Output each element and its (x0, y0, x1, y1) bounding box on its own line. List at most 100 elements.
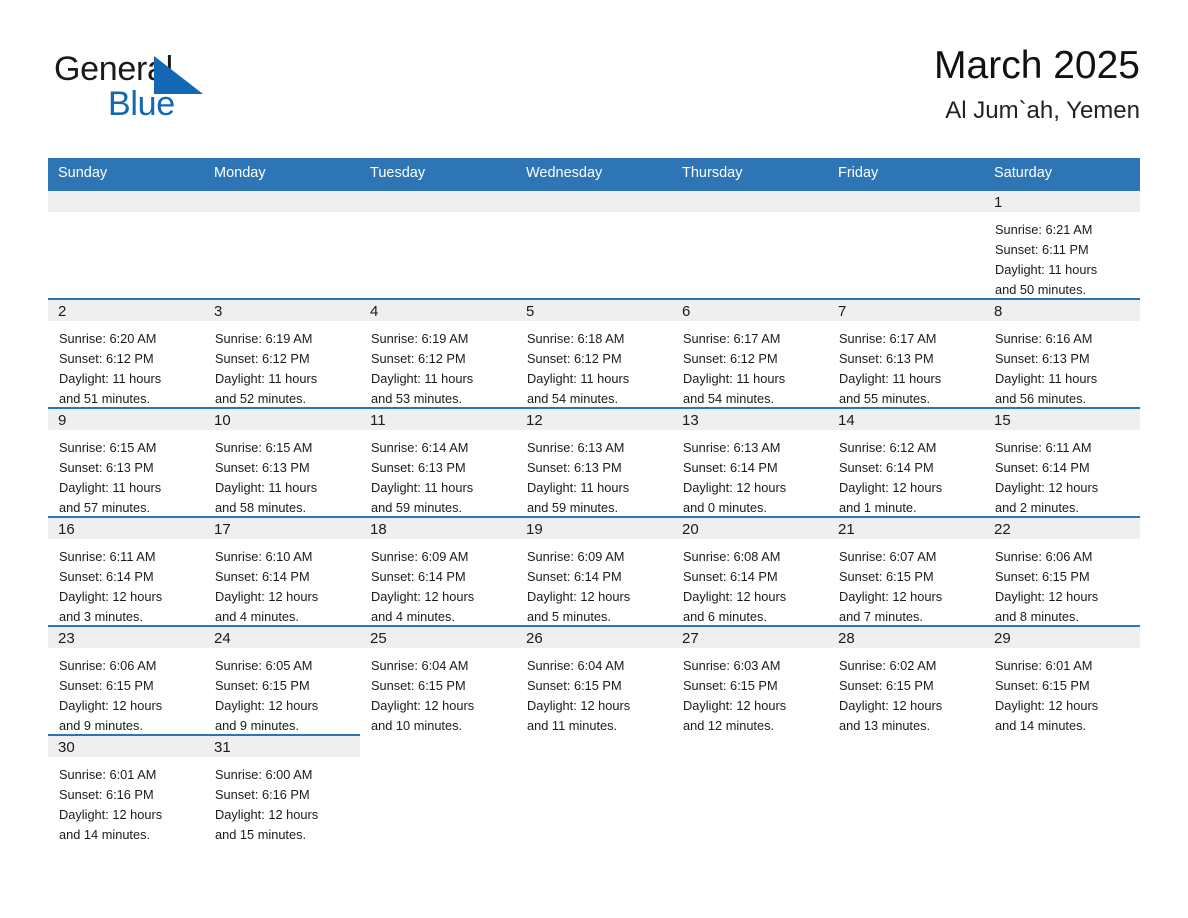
day-number: 11 (360, 407, 516, 430)
calendar-day-cell[interactable]: 5 Sunrise: 6:18 AM Sunset: 6:12 PM Daylight… (516, 298, 672, 407)
day-number: 31 (204, 734, 360, 757)
day-number: 5 (516, 298, 672, 321)
daylight-text-line1: Daylight: 12 hours (59, 698, 163, 713)
empty-day-strip (204, 189, 360, 212)
calendar-day-cell[interactable]: 25 Sunrise: 6:04 AM Sunset: 6:15 PM Dayligh… (360, 625, 516, 734)
daylight-text-line1: Daylight: 11 hours (371, 371, 474, 386)
sunset-text: Sunset: 6:15 PM (683, 678, 778, 693)
sunset-text: Sunset: 6:13 PM (527, 460, 622, 475)
day-details: Sunrise: 6:09 AM Sunset: 6:14 PM Daylight:… (516, 539, 672, 627)
sunrise-text: Sunrise: 6:04 AM (527, 658, 625, 673)
daylight-text-line1: Daylight: 12 hours (683, 480, 787, 495)
day-number: 13 (672, 407, 828, 430)
calendar-day-cell[interactable]: 6 Sunrise: 6:17 AM Sunset: 6:12 PM Daylight… (672, 298, 828, 407)
sunset-text: Sunset: 6:14 PM (371, 569, 466, 584)
day-details: Sunrise: 6:03 AM Sunset: 6:15 PM Daylight:… (672, 648, 828, 736)
daylight-text-line2: and 7 minutes. (839, 609, 923, 624)
daylight-text-line1: Daylight: 12 hours (839, 589, 943, 604)
calendar-empty-cell (516, 734, 672, 843)
daylight-text-line1: Daylight: 12 hours (995, 698, 1099, 713)
daylight-text-line1: Daylight: 12 hours (995, 589, 1099, 604)
calendar-day-cell[interactable]: 12 Sunrise: 6:13 AM Sunset: 6:13 PM Dayligh… (516, 407, 672, 516)
sunrise-text: Sunrise: 6:15 AM (59, 440, 157, 455)
day-details: Sunrise: 6:05 AM Sunset: 6:15 PM Daylight:… (204, 648, 360, 736)
sunrise-text: Sunrise: 6:20 AM (59, 331, 157, 346)
calendar-day-cell[interactable]: 17 Sunrise: 6:10 AM Sunset: 6:14 PM Dayligh… (204, 516, 360, 625)
day-details: Sunrise: 6:01 AM Sunset: 6:15 PM Daylight:… (984, 648, 1140, 736)
calendar-day-cell[interactable]: 4 Sunrise: 6:19 AM Sunset: 6:12 PM Daylight… (360, 298, 516, 407)
daylight-text-line2: and 2 minutes. (995, 500, 1079, 515)
calendar-day-cell[interactable]: 14 Sunrise: 6:12 AM Sunset: 6:14 PM Dayligh… (828, 407, 984, 516)
calendar-empty-cell (204, 189, 360, 298)
day-number: 2 (48, 298, 204, 321)
calendar-day-cell[interactable]: 24 Sunrise: 6:05 AM Sunset: 6:15 PM Dayligh… (204, 625, 360, 734)
calendar-day-cell[interactable]: 18 Sunrise: 6:09 AM Sunset: 6:14 PM Dayligh… (360, 516, 516, 625)
weekday-header-friday: Friday (828, 158, 984, 189)
daylight-text-line2: and 8 minutes. (995, 609, 1079, 624)
calendar-day-cell[interactable]: 26 Sunrise: 6:04 AM Sunset: 6:15 PM Dayligh… (516, 625, 672, 734)
daylight-text-line1: Daylight: 11 hours (59, 371, 162, 386)
sunset-text: Sunset: 6:15 PM (527, 678, 622, 693)
sunset-text: Sunset: 6:15 PM (215, 678, 310, 693)
calendar-empty-cell (516, 189, 672, 298)
calendar-day-cell[interactable]: 21 Sunrise: 6:07 AM Sunset: 6:15 PM Dayligh… (828, 516, 984, 625)
sunset-text: Sunset: 6:15 PM (371, 678, 466, 693)
day-details: Sunrise: 6:17 AM Sunset: 6:12 PM Daylight:… (672, 321, 828, 409)
daylight-text-line1: Daylight: 11 hours (215, 371, 318, 386)
calendar-day-cell[interactable]: 29 Sunrise: 6:01 AM Sunset: 6:15 PM Dayligh… (984, 625, 1140, 734)
daylight-text-line1: Daylight: 11 hours (59, 480, 162, 495)
day-number: 29 (984, 625, 1140, 648)
day-details: Sunrise: 6:13 AM Sunset: 6:13 PM Daylight:… (516, 430, 672, 518)
day-details: Sunrise: 6:21 AM Sunset: 6:11 PM Daylight:… (984, 212, 1140, 300)
calendar-day-cell[interactable]: 20 Sunrise: 6:08 AM Sunset: 6:14 PM Dayligh… (672, 516, 828, 625)
daylight-text-line1: Daylight: 12 hours (527, 589, 631, 604)
sunset-text: Sunset: 6:14 PM (995, 460, 1090, 475)
calendar-week-row: 23 Sunrise: 6:06 AM Sunset: 6:15 PM Dayligh… (48, 625, 1140, 734)
blank-area (360, 734, 516, 843)
sunrise-text: Sunrise: 6:03 AM (683, 658, 781, 673)
daylight-text-line2: and 1 minute. (839, 500, 917, 515)
sunset-text: Sunset: 6:13 PM (839, 351, 934, 366)
calendar-day-cell[interactable]: 9 Sunrise: 6:15 AM Sunset: 6:13 PM Daylight… (48, 407, 204, 516)
calendar-day-cell[interactable]: 27 Sunrise: 6:03 AM Sunset: 6:15 PM Dayligh… (672, 625, 828, 734)
daylight-text-line2: and 55 minutes. (839, 391, 931, 406)
calendar-day-cell[interactable]: 11 Sunrise: 6:14 AM Sunset: 6:13 PM Dayligh… (360, 407, 516, 516)
calendar-day-cell[interactable]: 19 Sunrise: 6:09 AM Sunset: 6:14 PM Dayligh… (516, 516, 672, 625)
sunset-text: Sunset: 6:13 PM (995, 351, 1090, 366)
calendar-day-cell[interactable]: 23 Sunrise: 6:06 AM Sunset: 6:15 PM Dayligh… (48, 625, 204, 734)
calendar-day-cell[interactable]: 7 Sunrise: 6:17 AM Sunset: 6:13 PM Daylight… (828, 298, 984, 407)
calendar-day-cell[interactable]: 1 Sunrise: 6:21 AM Sunset: 6:11 PM Daylight… (984, 189, 1140, 298)
sunset-text: Sunset: 6:12 PM (527, 351, 622, 366)
day-details: Sunrise: 6:15 AM Sunset: 6:13 PM Daylight:… (204, 430, 360, 518)
day-number: 26 (516, 625, 672, 648)
daylight-text-line1: Daylight: 12 hours (683, 589, 787, 604)
sunset-text: Sunset: 6:12 PM (215, 351, 310, 366)
calendar-day-cell[interactable]: 31 Sunrise: 6:00 AM Sunset: 6:16 PM Dayligh… (204, 734, 360, 843)
calendar-day-cell[interactable]: 2 Sunrise: 6:20 AM Sunset: 6:12 PM Daylight… (48, 298, 204, 407)
calendar-day-cell[interactable]: 15 Sunrise: 6:11 AM Sunset: 6:14 PM Dayligh… (984, 407, 1140, 516)
calendar-day-cell[interactable]: 13 Sunrise: 6:13 AM Sunset: 6:14 PM Dayligh… (672, 407, 828, 516)
sunset-text: Sunset: 6:14 PM (527, 569, 622, 584)
sunrise-text: Sunrise: 6:07 AM (839, 549, 937, 564)
day-number: 12 (516, 407, 672, 430)
empty-day-strip (828, 189, 984, 212)
sunrise-text: Sunrise: 6:10 AM (215, 549, 313, 564)
empty-day-strip (48, 189, 204, 212)
day-number: 24 (204, 625, 360, 648)
calendar-day-cell[interactable]: 30 Sunrise: 6:01 AM Sunset: 6:16 PM Dayligh… (48, 734, 204, 843)
calendar-day-cell[interactable]: 10 Sunrise: 6:15 AM Sunset: 6:13 PM Dayligh… (204, 407, 360, 516)
calendar-day-cell[interactable]: 22 Sunrise: 6:06 AM Sunset: 6:15 PM Dayligh… (984, 516, 1140, 625)
day-number: 1 (984, 189, 1140, 212)
calendar-day-cell[interactable]: 16 Sunrise: 6:11 AM Sunset: 6:14 PM Dayligh… (48, 516, 204, 625)
sunrise-text: Sunrise: 6:01 AM (995, 658, 1093, 673)
daylight-text-line1: Daylight: 12 hours (683, 698, 787, 713)
calendar-day-cell[interactable]: 8 Sunrise: 6:16 AM Sunset: 6:13 PM Daylight… (984, 298, 1140, 407)
calendar-table: Sunday Monday Tuesday Wednesday Thursday… (48, 158, 1140, 843)
calendar-page: General Blue March 2025 Al Jum`ah, Yemen… (0, 0, 1188, 918)
calendar-week-row: 1 Sunrise: 6:21 AM Sunset: 6:11 PM Daylight… (48, 189, 1140, 298)
sunrise-text: Sunrise: 6:16 AM (995, 331, 1093, 346)
calendar-empty-cell (828, 734, 984, 843)
day-details: Sunrise: 6:11 AM Sunset: 6:14 PM Daylight:… (984, 430, 1140, 518)
calendar-day-cell[interactable]: 28 Sunrise: 6:02 AM Sunset: 6:15 PM Dayligh… (828, 625, 984, 734)
calendar-day-cell[interactable]: 3 Sunrise: 6:19 AM Sunset: 6:12 PM Daylight… (204, 298, 360, 407)
